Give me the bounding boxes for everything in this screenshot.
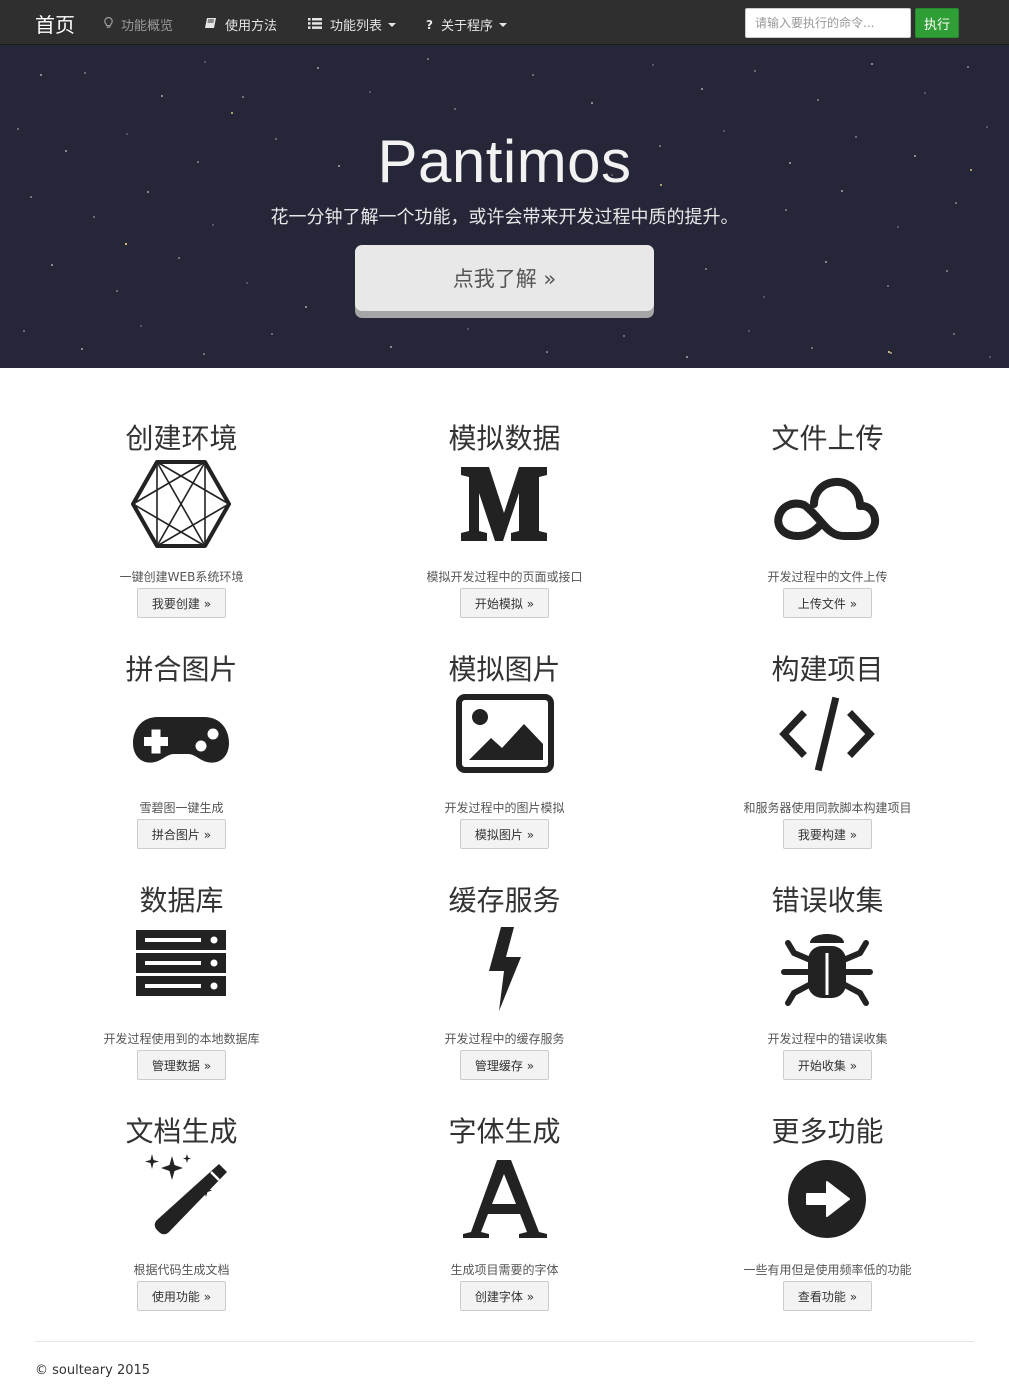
nav-item-overview-label: 功能概览 (121, 19, 174, 34)
feature-title: 更多功能 (771, 1115, 884, 1148)
feature-title: 模拟图片 (448, 653, 561, 686)
use-doc-gen-button[interactable]: 使用功能 » (137, 1281, 226, 1311)
list-icon (308, 17, 322, 32)
feature-desc: 开发过程中的文件上传 (767, 570, 888, 584)
feature-desc: 开发过程中的错误收集 (767, 1032, 888, 1046)
feature-desc: 雪碧图一键生成 (139, 801, 224, 815)
create-font-button[interactable]: 创建字体 » (460, 1281, 549, 1311)
merge-sprite-button[interactable]: 拼合图片 » (137, 819, 226, 849)
bolt-icon (449, 921, 559, 1011)
start-mock-button[interactable]: 开始模拟 » (460, 588, 549, 618)
nav-dropdown-about-label: 关于程序 (440, 19, 493, 34)
feature-desc: 开发过程中的缓存服务 (444, 1032, 565, 1046)
build-project-button[interactable]: 我要构建 » (783, 819, 872, 849)
feature-title: 模拟数据 (448, 422, 561, 455)
nav-dropdown-features-label: 功能列表 (330, 19, 383, 34)
nav-item-usage[interactable]: 使用方法 (204, 15, 277, 34)
feature-title: 错误收集 (771, 884, 884, 917)
cloud-icon (772, 459, 882, 549)
feature-desc: 根据代码生成文档 (133, 1263, 230, 1277)
feature-title: 创建环境 (125, 422, 238, 455)
view-more-button[interactable]: 查看功能 » (783, 1281, 872, 1311)
font-a-icon (449, 1152, 559, 1242)
feature-title: 数据库 (139, 884, 224, 917)
hexagon-network-icon (126, 459, 236, 549)
top-navbar: 首页 功能概览 使用方法 功能列表 ? 关于程序 执行 (0, 0, 1009, 45)
nav-dropdown-about[interactable]: ? 关于程序 (426, 15, 507, 34)
feature-title: 文件上传 (771, 422, 884, 455)
feature-desc: 一键创建WEB系统环境 (119, 570, 244, 584)
manage-cache-button[interactable]: 管理缓存 » (460, 1050, 549, 1080)
question-icon: ? (426, 17, 433, 32)
nav-dropdown-features[interactable]: 功能列表 (308, 15, 397, 34)
feature-title: 拼合图片 (125, 653, 238, 686)
feature-title: 构建项目 (771, 653, 884, 686)
feature-desc: 和服务器使用同款脚本构建项目 (743, 801, 912, 815)
code-icon (772, 690, 882, 780)
nav-item-overview[interactable]: 功能概览 (104, 15, 173, 34)
arrow-circle-right-icon (772, 1152, 882, 1242)
feature-desc: 开发过程使用到的本地数据库 (103, 1032, 260, 1046)
hero-banner: Pantimos 花一分钟了解一个功能，或许会带来开发过程中质的提升。 点我了解… (0, 45, 1009, 368)
feature-title: 文档生成 (125, 1115, 238, 1148)
feature-desc: 一些有用但是使用频率低的功能 (743, 1263, 912, 1277)
create-env-button[interactable]: 我要创建 » (137, 588, 226, 618)
image-icon (449, 690, 559, 780)
server-icon (126, 921, 236, 1011)
command-input[interactable] (745, 8, 911, 38)
lightbulb-icon (104, 16, 113, 32)
feature-desc: 模拟开发过程中的页面或接口 (426, 570, 583, 584)
medium-m-icon (449, 459, 559, 549)
run-command-button[interactable]: 执行 (915, 8, 959, 38)
magic-wand-icon (126, 1152, 236, 1242)
feature-title: 字体生成 (448, 1115, 561, 1148)
start-collect-button[interactable]: 开始收集 » (783, 1050, 872, 1080)
upload-file-button[interactable]: 上传文件 » (783, 588, 872, 618)
mock-image-button[interactable]: 模拟图片 » (460, 819, 549, 849)
footer-copyright: © soulteary 2015 (35, 1363, 151, 1378)
nav-item-usage-label: 使用方法 (225, 19, 278, 34)
gamepad-icon (126, 690, 236, 780)
manage-data-button[interactable]: 管理数据 » (137, 1050, 226, 1080)
hero-subtitle: 花一分钟了解一个功能，或许会带来开发过程中质的提升。 (270, 207, 739, 228)
hero-title: Pantimos (377, 128, 632, 195)
feature-title: 缓存服务 (448, 884, 561, 917)
brand-home-link[interactable]: 首页 (35, 9, 75, 38)
bug-icon (772, 921, 882, 1011)
learn-more-button[interactable]: 点我了解 » (355, 245, 654, 311)
book-icon (204, 17, 217, 32)
chevron-down-icon (498, 22, 507, 27)
chevron-down-icon (388, 22, 397, 27)
feature-desc: 生成项目需要的字体 (450, 1263, 559, 1277)
feature-desc: 开发过程中的图片模拟 (444, 801, 565, 815)
footer-divider (35, 1341, 974, 1342)
